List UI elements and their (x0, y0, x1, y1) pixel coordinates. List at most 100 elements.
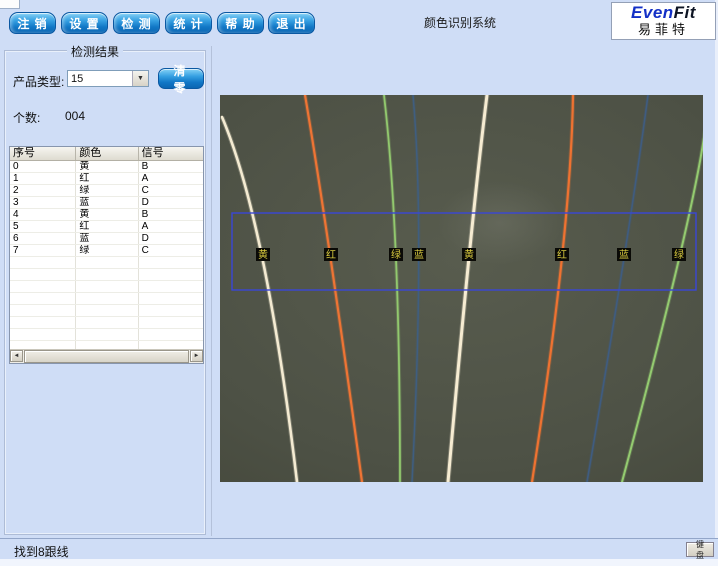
table-cell: C (139, 245, 203, 256)
table-row[interactable]: 7绿C (10, 245, 203, 257)
table-cell: 黄 (76, 209, 138, 220)
exit-button[interactable]: 退 出 (268, 12, 315, 34)
table-cell (76, 329, 138, 340)
wire-yellow-1 (222, 117, 297, 482)
wire-label-text: 黄 (464, 248, 474, 261)
table-cell (76, 305, 138, 316)
count-label: 个数: (13, 109, 40, 126)
page-title: 颜色识别系统 (380, 14, 540, 31)
wire-label-text: 绿 (674, 248, 684, 261)
table-cell (10, 293, 76, 304)
table-cell: 绿 (76, 185, 138, 196)
brand-logo-chinese: 易菲特 (612, 22, 715, 37)
table-cell: 6 (10, 233, 76, 244)
table-cell: 5 (10, 221, 76, 232)
results-table-body: 0黄B1红A2绿C3蓝D4黄B5红A6蓝D7绿C (10, 161, 203, 350)
table-cell: B (139, 161, 203, 172)
column-header-color[interactable]: 颜色 (76, 147, 138, 160)
column-header-index[interactable]: 序号 (10, 147, 76, 160)
window-corner-fragment (0, 0, 20, 9)
column-header-signal[interactable]: 信号 (139, 147, 203, 160)
table-cell: 黄 (76, 161, 138, 172)
table-row[interactable] (10, 269, 203, 281)
table-cell: 4 (10, 209, 76, 220)
table-row[interactable]: 3蓝D (10, 197, 203, 209)
settings-button[interactable]: 设 置 (61, 12, 108, 34)
scroll-right-icon[interactable]: ► (190, 350, 203, 362)
table-row[interactable] (10, 317, 203, 329)
table-cell (139, 269, 203, 280)
table-cell: C (139, 185, 203, 196)
table-row[interactable]: 0黄B (10, 161, 203, 173)
table-cell: 绿 (76, 245, 138, 256)
table-horizontal-scrollbar[interactable]: ◄ ► (10, 349, 203, 363)
table-cell (10, 305, 76, 316)
statistics-button[interactable]: 统 计 (165, 12, 212, 34)
table-row[interactable] (10, 281, 203, 293)
table-row[interactable]: 6蓝D (10, 233, 203, 245)
table-row[interactable]: 4黄B (10, 209, 203, 221)
wire-red-2-halo (532, 95, 573, 482)
table-cell: 7 (10, 245, 76, 256)
keyboard-button[interactable]: 键盘 (686, 542, 714, 557)
wire-label-text: 红 (557, 248, 567, 261)
help-button[interactable]: 帮 助 (217, 12, 264, 34)
table-cell (139, 329, 203, 340)
brand-logo-fit: Fit (674, 3, 696, 22)
table-cell: A (139, 221, 203, 232)
wire-label-text: 红 (326, 248, 336, 261)
table-cell: 2 (10, 185, 76, 196)
wire-label-text: 黄 (258, 248, 268, 261)
clear-button[interactable]: 清 零 (158, 68, 204, 89)
table-cell (10, 317, 76, 328)
table-cell: 蓝 (76, 233, 138, 244)
table-row[interactable]: 1红A (10, 173, 203, 185)
table-row[interactable] (10, 257, 203, 269)
product-type-select[interactable]: 15 ▼ (67, 70, 149, 87)
table-cell (76, 317, 138, 328)
table-cell (139, 281, 203, 292)
brand-logo: EvenFit 易菲特 (611, 2, 716, 40)
results-table-header: 序号 颜色 信号 (10, 147, 203, 161)
table-cell (10, 329, 76, 340)
table-cell: D (139, 233, 203, 244)
brand-logo-latin: EvenFit (612, 3, 715, 22)
count-value: 004 (65, 109, 85, 123)
group-title: 检测结果 (67, 43, 123, 60)
table-row[interactable] (10, 329, 203, 341)
table-cell (76, 281, 138, 292)
table-cell (10, 257, 76, 268)
detect-button[interactable]: 检 测 (113, 12, 160, 34)
table-cell (139, 257, 203, 268)
product-type-value: 15 (71, 72, 83, 86)
table-cell: 3 (10, 197, 76, 208)
table-cell: 蓝 (76, 197, 138, 208)
table-cell (139, 293, 203, 304)
wire-red-2 (532, 95, 573, 482)
table-row[interactable] (10, 293, 203, 305)
table-cell (139, 317, 203, 328)
wire-yellow-1-halo (222, 117, 297, 482)
table-cell (76, 257, 138, 268)
wire-green-1 (384, 95, 400, 482)
table-row[interactable]: 5红A (10, 221, 203, 233)
table-cell: 0 (10, 161, 76, 172)
table-row[interactable] (10, 305, 203, 317)
chevron-down-icon[interactable]: ▼ (132, 71, 148, 86)
wires-overlay: 黄红绿蓝黄红蓝绿 (220, 95, 703, 482)
wire-label-text: 绿 (391, 248, 401, 261)
results-table: 序号 颜色 信号 0黄B1红A2绿C3蓝D4黄B5红A6蓝D7绿C ◄ ► (9, 146, 204, 364)
table-row[interactable]: 2绿C (10, 185, 203, 197)
scrollbar-thumb[interactable] (24, 350, 189, 363)
brand-logo-eve: Eve (631, 3, 663, 22)
wire-label-text: 蓝 (619, 249, 629, 261)
table-cell: 红 (76, 173, 138, 184)
logout-button[interactable]: 注 销 (9, 12, 56, 34)
status-message: 找到8跟线 (14, 543, 69, 560)
status-bar: 找到8跟线 键盘 (0, 538, 718, 559)
table-cell (139, 305, 203, 316)
detection-result-group: 检测结果 产品类型: 15 ▼ 清 零 个数: 004 序号 颜色 信号 0黄B… (4, 50, 206, 535)
wire-label-text: 蓝 (414, 249, 424, 261)
scroll-left-icon[interactable]: ◄ (10, 350, 23, 362)
table-cell (76, 269, 138, 280)
